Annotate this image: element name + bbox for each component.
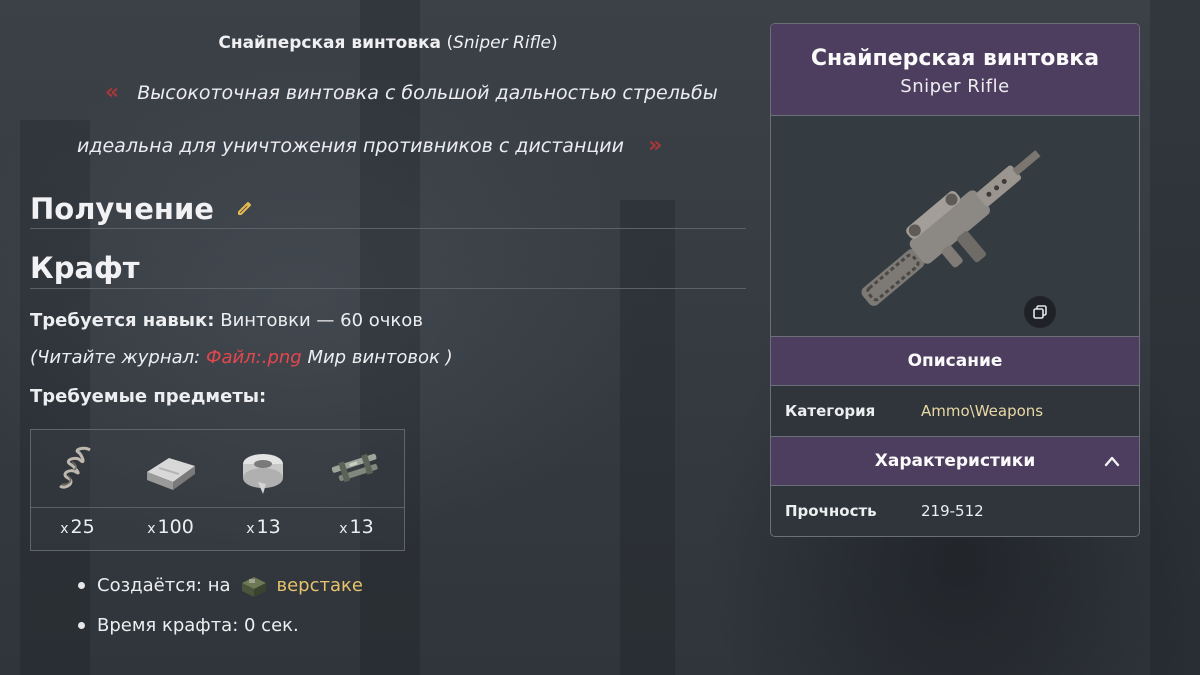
quote-title: Снайперская винтовка (Sniper Rifle) [30, 33, 746, 53]
quote-title-en: Sniper Rifle [453, 33, 551, 53]
skill-requirement: Требуется навык: Винтовки — 60 очков [30, 310, 423, 331]
edit-pencil-icon[interactable] [236, 190, 254, 224]
quote-line-1: « Высокоточная винтовка с большой дально… [105, 80, 718, 105]
required-item[interactable]: x 13 [217, 430, 310, 552]
item-count: x 100 [124, 516, 217, 538]
list-item: Время крафта: 0 сек. [78, 605, 363, 645]
skill-label: Требуется навык: [30, 310, 215, 331]
infobox-header: Снайперская винтовка Sniper Rifle [771, 24, 1139, 116]
characteristics-header[interactable]: Характеристики [771, 436, 1139, 486]
journal-prefix: (Читайте журнал: [30, 347, 206, 368]
workbench-icon[interactable] [239, 571, 269, 599]
bullet-dot [78, 581, 85, 589]
item-count-value: 13 [349, 516, 374, 538]
craft-info-list: Создаётся: на верстаке Время крафта: 0 с… [78, 565, 363, 645]
quote-open-mark: « [105, 80, 120, 105]
created-label: Создаётся: на [97, 574, 231, 596]
characteristics-header-text: Характеристики [874, 451, 1036, 471]
workbench-link[interactable]: верстаке [277, 575, 363, 596]
bullet-dot [78, 621, 85, 629]
infobox-image [771, 116, 1139, 336]
item-count-value: 13 [256, 516, 281, 538]
category-row: Категория Ammo\Weapons [771, 386, 1139, 436]
durability-row: Прочность 219-512 [771, 486, 1139, 536]
quote-text-1: Высокоточная винтовка с большой дальност… [137, 82, 718, 104]
quote-close-mark: » [648, 133, 663, 158]
required-item[interactable]: x 13 [310, 430, 403, 552]
category-value[interactable]: Ammo\Weapons [921, 402, 1043, 420]
required-item[interactable]: x 25 [31, 430, 124, 552]
quote-title-ru: Снайперская винтовка [218, 33, 442, 53]
chevron-up-icon[interactable] [1103, 437, 1121, 485]
infobox-title: Снайперская винтовка [810, 46, 1100, 71]
item-count: x 25 [31, 516, 124, 538]
item-count-value: 100 [157, 516, 194, 538]
required-items-table: x 25 x 100 x 13 x 13 [30, 429, 405, 551]
paren-close: ) [551, 33, 558, 53]
quote-line-2: идеальна для уничтожения противников с д… [77, 133, 662, 158]
durability-key: Прочность [785, 502, 877, 520]
item-count: x 13 [217, 516, 310, 538]
skill-value: Винтовки — 60 очков [220, 310, 423, 331]
metal-ingot-icon [147, 458, 195, 490]
journal-suffix: Мир винтовок ) [301, 347, 453, 368]
required-items-label: Требуемые предметы: [30, 386, 267, 407]
category-key: Категория [785, 402, 876, 420]
heading-craft: Крафт [30, 251, 140, 285]
rifle-parts-icon [331, 453, 378, 483]
journal-file-link[interactable]: Файл:.png [206, 347, 302, 368]
craft-time: Время крафта: 0 сек. [97, 614, 299, 636]
item-count: x 13 [310, 516, 403, 538]
article-content: Снайперская винтовка (Sniper Rifle) « Вы… [30, 0, 746, 675]
expand-image-button[interactable] [1024, 296, 1056, 328]
infobox-subtitle: Sniper Rifle [900, 76, 1010, 97]
times-sign: x [339, 521, 348, 537]
description-header: Описание [771, 336, 1139, 386]
heading-obtaining: Получение [30, 190, 254, 226]
list-item: Создаётся: на верстаке [78, 565, 363, 605]
divider [30, 288, 746, 289]
quote-text-2: идеальна для уничтожения противников с д… [77, 135, 625, 157]
item-count-value: 25 [70, 516, 95, 538]
journal-note: (Читайте журнал: Файл:.png Мир винтовок … [30, 347, 453, 368]
item-infobox: Снайперская винтовка Sniper Rifle Описан… [770, 23, 1140, 537]
spring-icon [59, 446, 91, 489]
times-sign: x [147, 521, 156, 537]
required-item[interactable]: x 100 [124, 430, 217, 552]
expand-icon [1033, 305, 1047, 319]
times-sign: x [60, 521, 69, 537]
heading-obtaining-text: Получение [30, 192, 214, 226]
divider [30, 228, 746, 229]
duct-tape-icon [243, 454, 283, 494]
durability-value: 219-512 [921, 502, 984, 520]
times-sign: x [246, 521, 255, 537]
